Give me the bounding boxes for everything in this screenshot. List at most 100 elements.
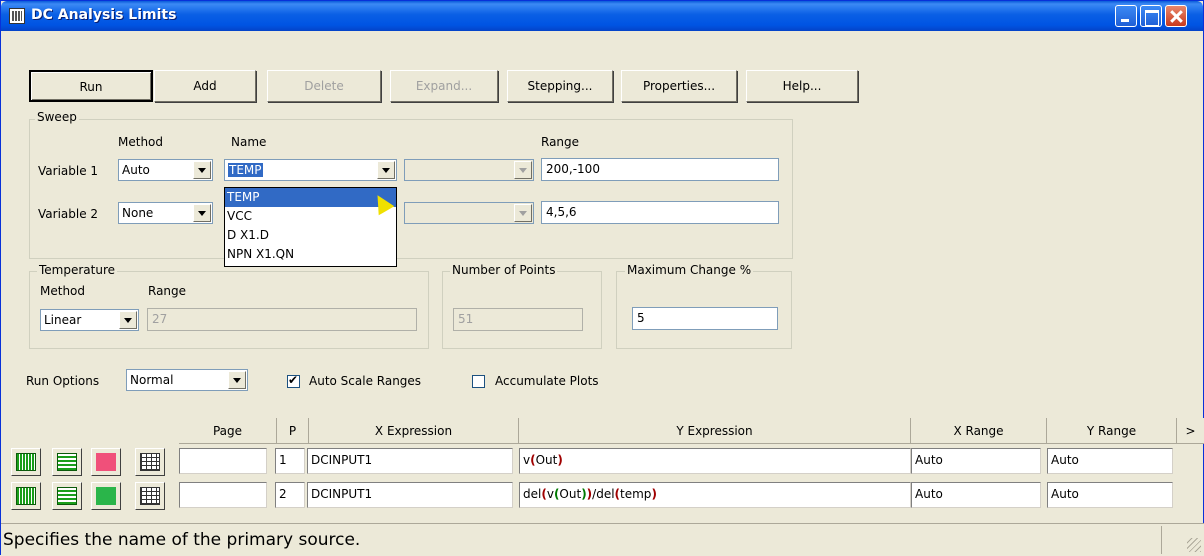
auto-scale-checkbox[interactable] <box>287 373 300 388</box>
bars-style-button[interactable] <box>11 448 41 476</box>
variable2-range-input[interactable]: 4,5,6 <box>541 201 779 224</box>
page-cell[interactable] <box>179 448 267 474</box>
status-bar: Specifies the name of the primary source… <box>1 523 1204 556</box>
variable1-range-input[interactable]: 200,-100 <box>541 158 779 181</box>
variable2-label: Variable 2 <box>38 207 99 221</box>
expr-token: v <box>546 487 554 501</box>
temperature-method-value: Linear <box>44 313 82 327</box>
color-swatch-icon <box>96 487 116 505</box>
lines-icon <box>57 487 77 505</box>
expr-token: Out <box>535 453 558 467</box>
temperature-method-label: Method <box>40 284 86 298</box>
variable2-method-select[interactable]: None <box>118 202 213 224</box>
chevron-down-icon[interactable] <box>377 161 395 179</box>
color-button[interactable] <box>91 482 121 510</box>
lines-style-button[interactable] <box>52 448 82 476</box>
header-p: P <box>277 418 309 444</box>
run-options-select[interactable]: Normal <box>126 369 248 391</box>
variable1-name-value: TEMP <box>228 163 263 177</box>
grid-button[interactable] <box>135 482 165 510</box>
max-change-input[interactable]: 5 <box>632 307 778 330</box>
y-range-cell[interactable]: Auto <box>1047 448 1173 474</box>
delete-button[interactable]: Delete <box>267 70 381 102</box>
expr-token: ) <box>651 487 657 501</box>
title-bar[interactable]: DC Analysis Limits <box>1 1 1203 31</box>
dropdown-item[interactable]: VCC <box>225 207 396 226</box>
color-button[interactable] <box>91 448 121 476</box>
temperature-method-select[interactable]: Linear <box>40 309 139 331</box>
accumulate-checkbox[interactable] <box>472 375 485 388</box>
variable2-method-value: None <box>122 206 154 220</box>
variable1-secondary-select <box>404 159 534 181</box>
chevron-down-icon <box>514 204 532 222</box>
dropdown-item[interactable]: D X1.D <box>225 226 396 245</box>
run-options-value: Normal <box>130 373 174 387</box>
lines-icon <box>57 453 77 471</box>
close-button[interactable] <box>1165 5 1187 27</box>
minimize-button[interactable] <box>1115 5 1137 27</box>
x-range-cell[interactable]: Auto <box>911 482 1041 508</box>
page-cell[interactable] <box>179 482 267 508</box>
dropdown-item[interactable]: NPN X1.QN <box>225 245 396 264</box>
chevron-down-icon[interactable] <box>119 311 137 329</box>
resize-grip-icon[interactable] <box>1187 538 1201 552</box>
x-expression-cell[interactable]: DCINPUT1 <box>307 482 513 508</box>
variable1-method-value: Auto <box>122 163 150 177</box>
chevron-down-icon <box>514 161 532 179</box>
add-button[interactable]: Add <box>154 70 256 102</box>
points-title: Number of Points <box>450 263 558 277</box>
run-options-label: Run Options <box>26 374 100 388</box>
window-title: DC Analysis Limits <box>31 7 177 23</box>
help-button[interactable]: Help... <box>746 70 858 102</box>
variable1-method-select[interactable]: Auto <box>118 159 213 181</box>
temperature-range-label: Range <box>148 284 187 298</box>
dropdown-item[interactable]: TEMP <box>225 188 396 207</box>
bars-icon <box>16 487 36 505</box>
expr-token: del <box>523 487 542 501</box>
variable1-label: Variable 1 <box>38 164 99 178</box>
chevron-down-icon[interactable] <box>193 161 211 179</box>
range-header: Range <box>541 135 580 149</box>
header-x-expression: X Expression <box>309 418 519 444</box>
expr-token: Out <box>559 487 582 501</box>
color-swatch-icon <box>96 453 116 471</box>
x-range-cell[interactable]: Auto <box>911 448 1041 474</box>
name-header: Name <box>231 135 267 149</box>
method-header: Method <box>118 135 164 149</box>
expr-token: /del <box>592 487 615 501</box>
header-y-expression: Y Expression <box>519 418 911 444</box>
accumulate-label: Accumulate Plots <box>495 374 599 388</box>
properties-button[interactable]: Properties... <box>621 70 737 102</box>
variable1-name-select[interactable]: TEMP <box>224 159 397 181</box>
run-button[interactable]: Run <box>29 70 153 102</box>
bars-icon <box>16 453 36 471</box>
app-icon <box>9 8 25 24</box>
max-change-title: Maximum Change % <box>625 263 754 277</box>
maximize-button[interactable] <box>1140 5 1162 27</box>
stepping-button[interactable]: Stepping... <box>507 70 613 102</box>
chevron-down-icon[interactable] <box>193 204 211 222</box>
header-more[interactable]: > <box>1177 418 1204 444</box>
sweep-title: Sweep <box>35 110 79 124</box>
lines-style-button[interactable] <box>52 482 82 510</box>
bars-style-button[interactable] <box>11 482 41 510</box>
x-expression-cell[interactable]: DCINPUT1 <box>307 448 513 474</box>
expr-token: temp <box>620 487 652 501</box>
expand-button[interactable]: Expand... <box>390 70 498 102</box>
y-range-cell[interactable]: Auto <box>1047 482 1173 508</box>
header-x-range: X Range <box>911 418 1047 444</box>
variable2-secondary-select <box>404 202 534 224</box>
p-cell[interactable]: 1 <box>275 448 305 474</box>
dc-analysis-limits-window: DC Analysis Limits Run Add Delete Expand… <box>0 0 1204 556</box>
y-expression-cell[interactable]: del(v(Out))/del(temp) <box>519 482 911 508</box>
status-divider <box>1161 526 1162 554</box>
header-y-range: Y Range <box>1047 418 1177 444</box>
grid-button[interactable] <box>135 448 165 476</box>
y-expression-cell[interactable]: v(Out) <box>519 448 911 474</box>
grid-icon <box>140 453 160 471</box>
temperature-title: Temperature <box>37 263 118 277</box>
expr-token: ) <box>557 453 563 467</box>
status-text: Specifies the name of the primary source… <box>3 530 361 550</box>
p-cell[interactable]: 2 <box>275 482 305 508</box>
chevron-down-icon[interactable] <box>228 371 246 389</box>
